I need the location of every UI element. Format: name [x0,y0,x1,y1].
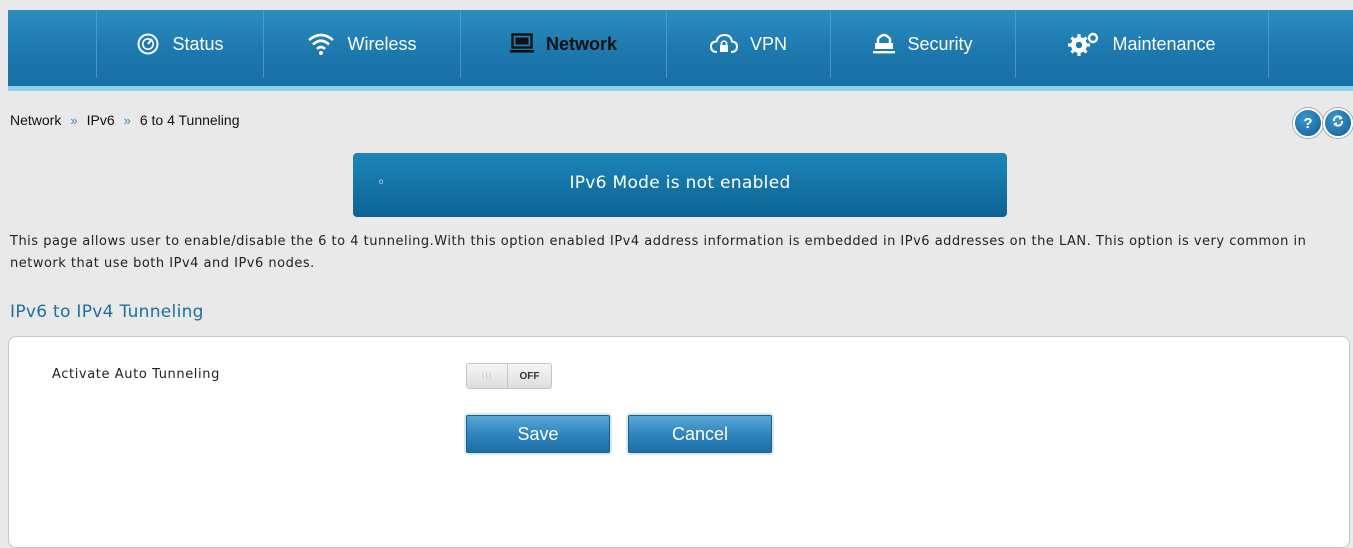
auto-tunneling-label: Activate Auto Tunneling [52,367,220,382]
breadcrumb-separator: » [123,112,131,128]
breadcrumb-item-current: 6 to 4 Tunneling [139,112,240,128]
refresh-icon [1331,114,1345,132]
auto-tunneling-toggle[interactable]: III OFF [466,363,552,389]
nav-divider [1268,10,1269,78]
breadcrumb: Network » IPv6 » 6 to 4 Tunneling [10,110,239,130]
save-button[interactable]: Save [466,415,610,453]
nav-tab-label: Maintenance [1112,33,1216,54]
computer-icon [509,33,534,55]
nav-tab-wireless[interactable]: Wireless [264,12,460,76]
nav-tab-security[interactable]: Security [831,12,1015,76]
lock-icon [873,32,896,56]
page-description: This page allows user to enable/disable … [10,234,1307,271]
toggle-state: OFF [519,370,540,382]
cloud-lock-icon [709,33,738,55]
cancel-button[interactable]: Cancel [628,415,772,453]
nav-tab-status[interactable]: Status [97,12,263,76]
nav-tab-label: VPN [749,33,787,54]
ipv6-mode-banner: ◦ IPv6 Mode is not enabled [353,153,1007,217]
breadcrumb-item-ipv6[interactable]: IPv6 [87,112,115,128]
help-icon: ? [1303,114,1313,132]
speedometer-icon [136,33,160,55]
wifi-icon [307,32,335,56]
nav-tab-label: Wireless [347,33,417,54]
nav-tab-label: Status [172,33,224,54]
section-title: IPv6 to IPv4 Tunneling [10,302,204,322]
nav-tab-label: Security [907,33,973,54]
nav-tab-vpn[interactable]: VPN [667,12,830,76]
breadcrumb-separator: » [70,112,78,128]
refresh-button[interactable] [1323,108,1353,138]
banner-message: IPv6 Mode is not enabled [569,173,791,193]
nav-tab-label: Network [545,33,617,54]
breadcrumb-item-network[interactable]: Network [10,112,61,128]
nav-tab-maintenance[interactable]: Maintenance [1016,12,1268,76]
nav-accent-strip [8,86,1353,91]
help-button[interactable]: ? [1293,108,1323,138]
nav-tab-network[interactable]: Network [461,12,666,76]
gears-icon [1068,32,1100,56]
toggle-knob: III [467,364,508,388]
